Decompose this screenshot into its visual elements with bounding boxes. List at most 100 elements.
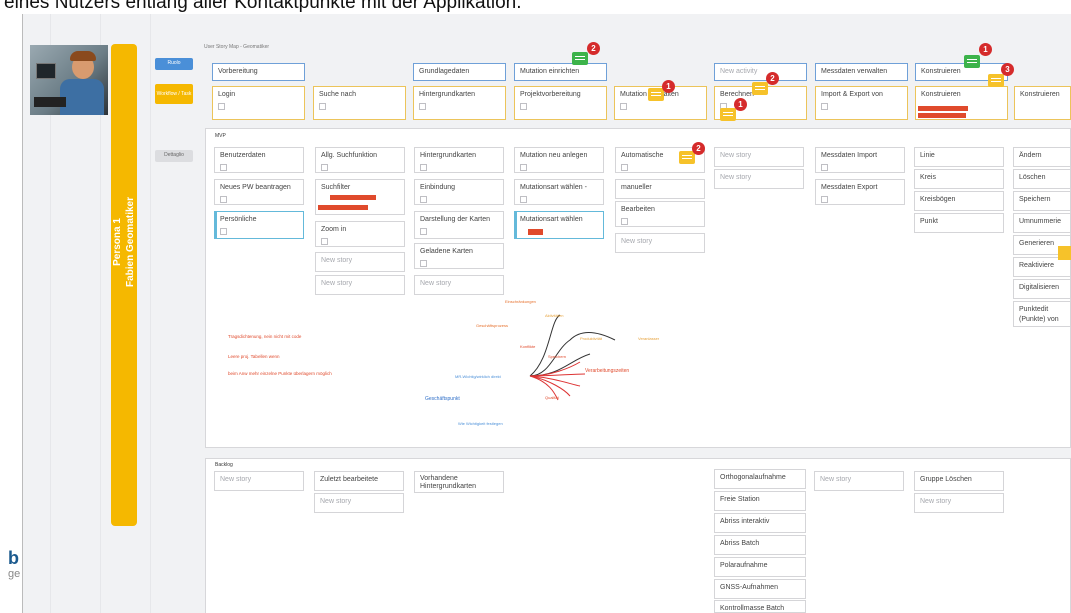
- story-card[interactable]: Polaraufnahme: [714, 557, 806, 577]
- legend-grey-button[interactable]: Dettaglio: [155, 150, 193, 162]
- story-card[interactable]: Orthogonalaufnahme: [714, 469, 806, 489]
- story-card-new[interactable]: New story: [714, 147, 804, 167]
- story-label: manueller: [621, 184, 652, 191]
- comment-icon[interactable]: [679, 151, 695, 164]
- step-label: Konstruieren: [1020, 91, 1060, 98]
- activity-card[interactable]: Messdaten verwalten: [815, 63, 908, 81]
- story-card[interactable]: Linie: [914, 147, 1004, 167]
- checkbox[interactable]: [321, 238, 328, 245]
- story-card[interactable]: Mutationsart wählen -: [514, 179, 604, 205]
- checkbox[interactable]: [319, 103, 326, 110]
- activity-card-new[interactable]: New activity: [714, 63, 807, 81]
- story-card-new[interactable]: New story: [315, 252, 405, 272]
- step-card[interactable]: Login: [212, 86, 305, 120]
- story-label: Einbindung: [420, 184, 456, 191]
- story-card-new[interactable]: New story: [314, 493, 404, 513]
- legend-yellow-button[interactable]: Workflow / Task: [155, 84, 193, 104]
- comment-icon[interactable]: [988, 74, 1004, 87]
- checkbox[interactable]: [520, 164, 527, 171]
- story-card[interactable]: Einbindung: [414, 179, 504, 205]
- legend-blue-button[interactable]: Ruolo: [155, 58, 193, 70]
- story-card[interactable]: Umnummerie: [1013, 213, 1071, 233]
- story-card[interactable]: Geladene Karten: [414, 243, 504, 269]
- checkbox[interactable]: [420, 260, 427, 267]
- story-card[interactable]: Messdaten Import: [815, 147, 905, 173]
- activity-card[interactable]: Vorbereitung: [212, 63, 305, 81]
- story-card[interactable]: GNSS-Aufnahmen: [714, 579, 806, 599]
- comment-icon[interactable]: [752, 82, 768, 95]
- story-card-new[interactable]: New story: [814, 471, 904, 491]
- comment-icon[interactable]: [720, 108, 736, 121]
- story-card[interactable]: Ändern: [1013, 147, 1071, 167]
- story-card-new[interactable]: New story: [714, 169, 804, 189]
- story-card-new[interactable]: New story: [214, 471, 304, 491]
- checkbox[interactable]: [220, 164, 227, 171]
- checkbox[interactable]: [520, 103, 527, 110]
- story-label: Zuletzt bearbeitete: [320, 476, 378, 483]
- story-card[interactable]: Bearbeiten: [615, 201, 705, 227]
- checkbox[interactable]: [520, 196, 527, 203]
- story-card[interactable]: Reaktiviere: [1013, 257, 1071, 277]
- checkbox[interactable]: [220, 228, 227, 235]
- mindmap-center: MR-Wichtig/wirklich direkt: [455, 374, 501, 379]
- story-card[interactable]: Punkt: [914, 213, 1004, 233]
- story-card[interactable]: Benutzerdaten: [214, 147, 304, 173]
- step-card[interactable]: Hintergrundkarten: [413, 86, 506, 120]
- story-card-new[interactable]: New story: [315, 275, 405, 295]
- checkbox[interactable]: [220, 196, 227, 203]
- comment-icon[interactable]: [648, 88, 664, 101]
- step-card[interactable]: Projektvorbereitung: [514, 86, 607, 120]
- story-card[interactable]: Abriss interaktiv: [714, 513, 806, 533]
- story-card[interactable]: Abriss Batch: [714, 535, 806, 555]
- mindmap-node: Produktivität: [580, 336, 603, 341]
- checkbox[interactable]: [821, 196, 828, 203]
- story-card[interactable]: Kreisbögen: [914, 191, 1004, 211]
- checkbox[interactable]: [420, 164, 427, 171]
- checkbox[interactable]: [621, 218, 628, 225]
- story-card[interactable]: Digitalisieren: [1013, 279, 1071, 299]
- story-card[interactable]: Freie Station: [714, 491, 806, 511]
- step-label: Projektvorbereitung: [520, 91, 581, 98]
- story-card[interactable]: Zoom in: [315, 221, 405, 247]
- story-card[interactable]: Gruppe Löschen: [914, 471, 1004, 491]
- story-label: Allg. Suchfunktion: [321, 152, 378, 159]
- yellow-comment-marker[interactable]: [1058, 246, 1071, 260]
- persona-bar[interactable]: Persona 1 Fabien Geomatiker: [111, 44, 137, 526]
- story-card[interactable]: Darstellung der Karten: [414, 211, 504, 239]
- step-card[interactable]: Konstruieren: [1014, 86, 1071, 120]
- step-card[interactable]: Import & Export von: [815, 86, 908, 120]
- checkbox[interactable]: [821, 164, 828, 171]
- story-card[interactable]: Punktedit (Punkte) von Punktlal: [1013, 301, 1071, 327]
- story-card[interactable]: Hintergrundkarten: [414, 147, 504, 173]
- activity-card[interactable]: Grundlagedaten: [413, 63, 506, 81]
- step-card[interactable]: Suche nach: [313, 86, 406, 120]
- mindmap-node: Speichern: [548, 354, 567, 359]
- story-card[interactable]: manueller: [615, 179, 705, 199]
- story-card[interactable]: Mutation neu anlegen: [514, 147, 604, 173]
- mindmap-node-blue: Geschäftspunkt: [425, 396, 460, 402]
- activity-card[interactable]: Mutation einrichten: [514, 63, 607, 81]
- story-card-new[interactable]: New story: [615, 233, 705, 253]
- story-card[interactable]: Kontrollmasse Batch: [714, 600, 806, 613]
- story-card[interactable]: Persönliche: [214, 211, 304, 239]
- checkbox[interactable]: [821, 103, 828, 110]
- checkbox[interactable]: [621, 164, 628, 171]
- story-card[interactable]: Neues PW beantragen: [214, 179, 304, 205]
- checkbox[interactable]: [420, 228, 427, 235]
- story-card[interactable]: Speichern: [1013, 191, 1071, 211]
- story-card[interactable]: Kreis: [914, 169, 1004, 189]
- checkbox[interactable]: [321, 164, 328, 171]
- checkbox[interactable]: [620, 103, 627, 110]
- comment-icon[interactable]: [964, 55, 980, 68]
- story-card[interactable]: Allg. Suchfunktion: [315, 147, 405, 173]
- story-card-new[interactable]: New story: [914, 493, 1004, 513]
- checkbox[interactable]: [419, 103, 426, 110]
- story-card[interactable]: Messdaten Export: [815, 179, 905, 205]
- story-label: Vorhandene Hintergrundkarten: [420, 475, 477, 490]
- story-card[interactable]: Vorhandene Hintergrundkarten: [414, 471, 504, 493]
- story-card[interactable]: Zuletzt bearbeitete: [314, 471, 404, 491]
- checkbox[interactable]: [420, 196, 427, 203]
- story-card[interactable]: Löschen: [1013, 169, 1071, 189]
- comment-icon[interactable]: [572, 52, 588, 65]
- checkbox[interactable]: [218, 103, 225, 110]
